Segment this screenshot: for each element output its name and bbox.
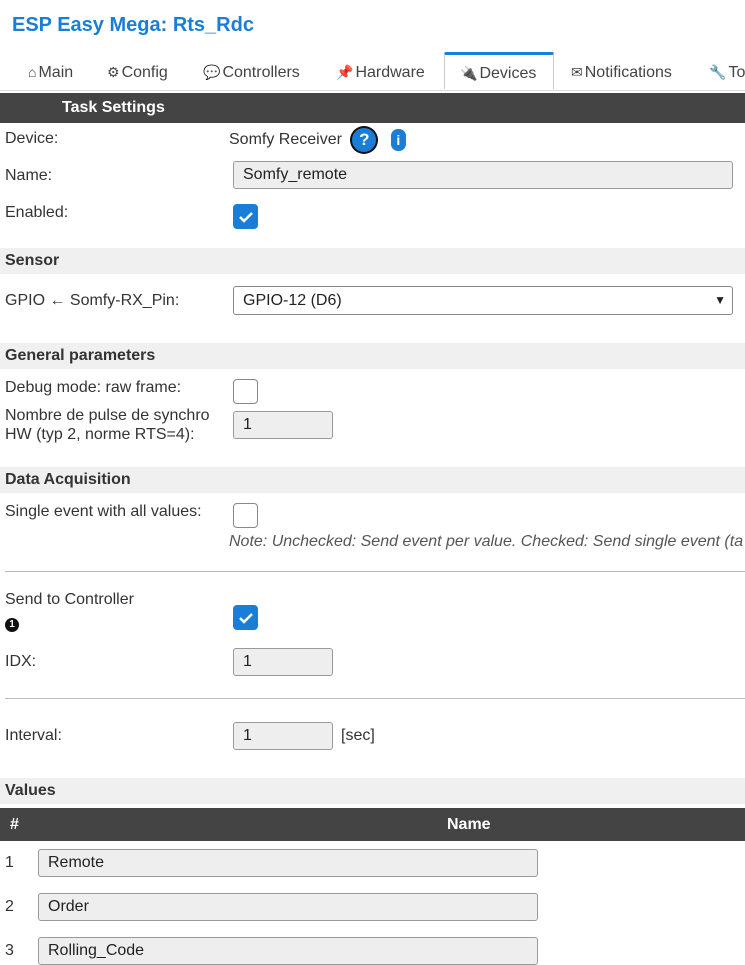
idx-label: IDX: xyxy=(5,653,37,670)
row-num: 2 xyxy=(5,898,14,915)
tab-devices[interactable]: 🔌 Devices xyxy=(444,52,554,89)
single-event-label: Single event with all values: xyxy=(5,503,202,520)
divider xyxy=(5,698,745,699)
col-name-header: Name xyxy=(447,816,491,833)
gpio-label: GPIO ← Somfy-RX_Pin: xyxy=(5,292,180,309)
checkmark-icon xyxy=(239,212,253,223)
checkmark-icon xyxy=(239,613,253,624)
tab-hardware[interactable]: 📌 Hardware xyxy=(336,52,425,90)
chevron-down-icon: ▼ xyxy=(714,293,726,307)
pulse-label-line2: HW (typ 2, norme RTS=4): xyxy=(5,426,195,443)
send-controller-label: Send to Controller xyxy=(5,591,134,608)
send-controller-checkbox[interactable] xyxy=(233,605,258,630)
row-num: 1 xyxy=(5,854,14,871)
sensor-section-header: Sensor xyxy=(0,248,745,274)
envelope-icon: ✉ xyxy=(571,64,583,80)
debug-label: Debug mode: raw frame: xyxy=(5,379,182,396)
name-label: Name: xyxy=(5,167,53,184)
value-name-input[interactable]: Order xyxy=(38,893,538,921)
tab-bar: ⌂ Main ⚙ Config 💬 Controllers 📌 Hardware 🔌 De… xyxy=(0,52,745,91)
home-icon: ⌂ xyxy=(28,64,37,80)
acquisition-section-header: Data Acquisition xyxy=(0,467,745,493)
help-question-icon[interactable]: ? xyxy=(352,128,377,152)
name-input[interactable]: Somfy_remote xyxy=(233,161,733,189)
tab-main[interactable]: ⌂ Main xyxy=(28,52,73,90)
comment-icon: 💬 xyxy=(203,64,221,80)
task-settings-header: Task Settings xyxy=(0,93,745,123)
pushpin-icon: 📌 xyxy=(336,64,354,80)
single-event-checkbox[interactable] xyxy=(233,503,258,528)
value-name-input[interactable]: Remote xyxy=(38,849,538,877)
tab-config[interactable]: ⚙ Config xyxy=(107,52,168,90)
pulse-input[interactable]: 1 xyxy=(233,411,333,439)
single-event-note: Note: Unchecked: Send event per value. C… xyxy=(229,533,744,550)
values-table-header: # Name xyxy=(0,808,745,841)
divider xyxy=(5,571,745,572)
info-badge-icon: 1 xyxy=(5,618,19,632)
gpio-select-value: GPIO-12 (D6) xyxy=(243,292,342,309)
enabled-label: Enabled: xyxy=(5,204,69,221)
interval-input[interactable]: 1 xyxy=(233,722,333,750)
pulse-label-line1: Nombre de pulse de synchro xyxy=(5,407,210,424)
values-section-header: Values xyxy=(0,778,745,804)
general-section-header: General parameters xyxy=(0,343,745,369)
value-name-input[interactable]: Rolling_Code xyxy=(38,937,538,965)
interval-label: Interval: xyxy=(5,727,62,744)
interval-unit: [sec] xyxy=(341,727,375,744)
tab-tools[interactable]: 🔧 To xyxy=(709,52,745,90)
device-label: Device: xyxy=(5,130,59,147)
device-value: Somfy Receiver xyxy=(229,131,342,149)
app-title: ESP Easy Mega: Rts_Rdc xyxy=(12,14,254,36)
enabled-checkbox[interactable] xyxy=(233,204,258,229)
gear-icon: ⚙ xyxy=(107,64,120,80)
info-icon[interactable]: i xyxy=(390,129,406,151)
device-value-group: Somfy Receiver ? i xyxy=(229,128,406,152)
plug-icon: 🔌 xyxy=(460,65,478,81)
idx-input[interactable]: 1 xyxy=(233,648,333,676)
wrench-icon: 🔧 xyxy=(709,64,727,80)
tab-notifications[interactable]: ✉ Notifications xyxy=(571,52,672,90)
gpio-select[interactable]: GPIO-12 (D6) ▼ xyxy=(233,286,733,315)
col-num-header: # xyxy=(10,816,19,833)
debug-checkbox[interactable] xyxy=(233,379,258,404)
row-num: 3 xyxy=(5,942,14,959)
tab-controllers[interactable]: 💬 Controllers xyxy=(203,52,300,90)
